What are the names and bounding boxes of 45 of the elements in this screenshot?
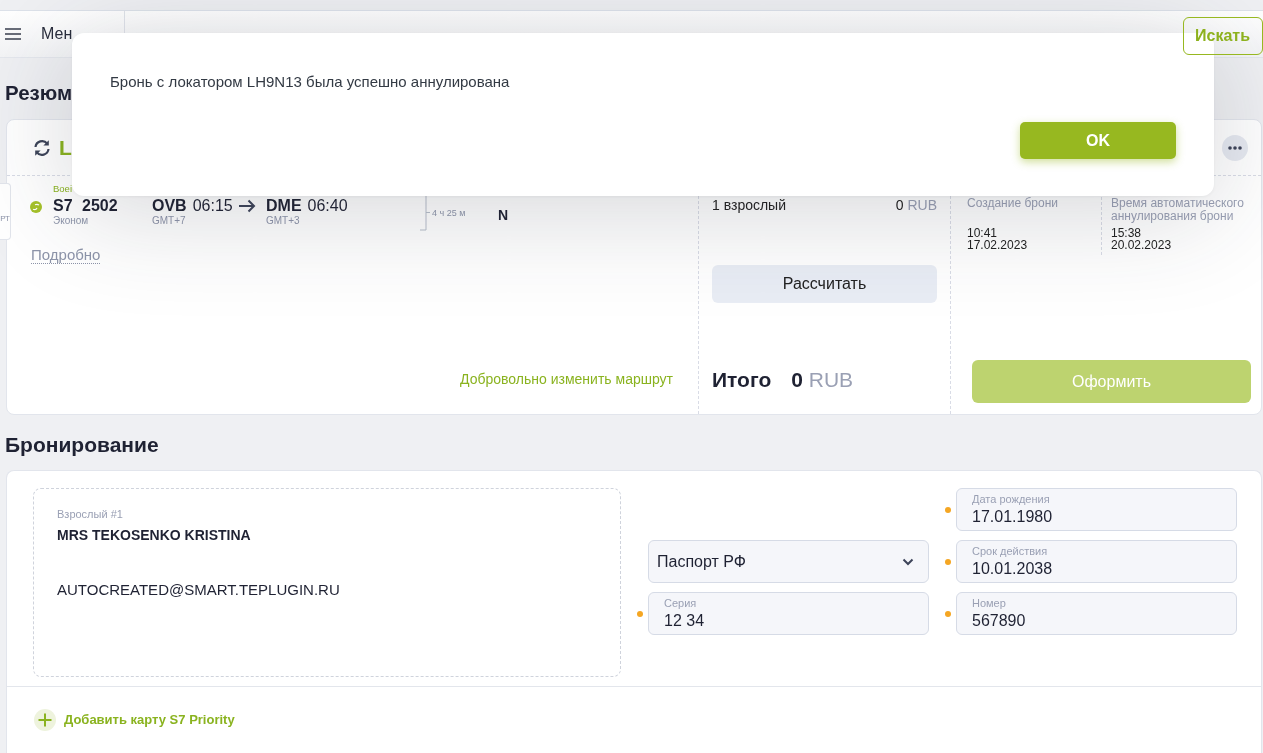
passenger-fare-price: 0 RUB — [895, 197, 937, 213]
airport-code: OVB — [152, 196, 187, 215]
date-text: 17.02.2023 — [967, 239, 1028, 251]
ellipsis-icon — [1228, 145, 1242, 150]
time-text: 15:38 — [1111, 227, 1142, 239]
plus-icon — [34, 709, 56, 731]
passenger-category: Взрослый #1 — [57, 508, 124, 521]
input-field[interactable]: Срок действия 10.01.2038 — [956, 540, 1237, 583]
menu-button[interactable]: Мен — [5, 25, 73, 43]
total-label: Итого — [712, 368, 772, 392]
refresh-icon[interactable] — [33, 138, 51, 157]
cabin-class: Эконом — [53, 215, 90, 227]
total-amount: 0 RUB — [791, 368, 854, 392]
booking-date-label: Создание брони — [967, 197, 1058, 210]
arrival-time: 06:40 — [307, 196, 348, 215]
passenger-email: AUTOCREATED@SMART.TEPLUGIN.RU — [57, 581, 341, 599]
input-field[interactable]: Серия 12 34 — [648, 592, 929, 635]
section-heading: Резюм — [4, 81, 73, 105]
more-button[interactable] — [1222, 134, 1248, 161]
flight-number: S7 2502 — [53, 196, 119, 215]
locator-text: L — [59, 134, 72, 161]
booking-date-label: Время автоматического аннулирования брони — [1111, 197, 1245, 223]
input-field[interactable]: Дата рождения 17.01.1980 — [956, 488, 1237, 531]
airline-logo-icon — [30, 201, 42, 213]
passenger-name: MRS TEKOSENKO KRISTINA — [57, 527, 252, 544]
menu-icon — [5, 28, 21, 40]
fare-class: N — [498, 207, 509, 223]
departure-time: 06:15 — [192, 196, 233, 215]
duration-text: 4 ч 25 м — [432, 208, 467, 218]
airport-code: DME — [266, 196, 302, 215]
aircraft-text: Boei — [53, 183, 73, 194]
side-card-text: РТ — [0, 214, 10, 223]
arrow-right-icon — [238, 199, 256, 213]
chevron-down-icon — [902, 557, 914, 566]
input-field[interactable]: Номер 567890 — [956, 592, 1237, 635]
duration-bracket-icon — [419, 195, 431, 231]
dropdown-field[interactable]: Паспорт РФ — [648, 540, 929, 583]
timezone-text: GMT+7 — [152, 215, 187, 227]
section-heading: Бронирование — [4, 433, 159, 457]
timezone-text: GMT+3 — [266, 215, 301, 227]
date-text: 20.02.2023 — [1111, 239, 1172, 251]
calculate-button[interactable]: Рассчитать — [712, 265, 937, 303]
dialog-message: Бронь с локатором LH9N13 была успешно аннулирована — [110, 73, 511, 91]
passenger-fare-label: 1 взрослый — [712, 197, 786, 213]
time-text: 10:41 — [967, 227, 998, 239]
